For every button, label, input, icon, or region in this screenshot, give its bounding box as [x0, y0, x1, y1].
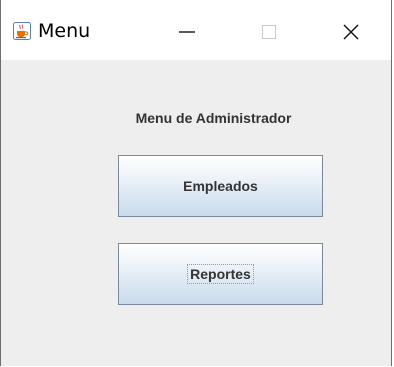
minimize-icon [179, 31, 195, 33]
menu-heading: Menu de Administrador [135, 110, 292, 126]
java-cup-icon [13, 22, 31, 40]
reportes-button-label: Reportes [187, 264, 254, 284]
minimize-button[interactable] [165, 14, 209, 50]
empleados-button[interactable]: Empleados [118, 155, 323, 217]
reportes-button[interactable]: Reportes [118, 243, 323, 305]
maximize-button[interactable] [247, 14, 291, 50]
empleados-button-label: Empleados [183, 178, 258, 194]
close-icon [343, 24, 359, 40]
app-window: Menu Menu de Administrador Empleados Rep… [0, 0, 392, 366]
maximize-icon [262, 25, 276, 39]
close-button[interactable] [329, 14, 373, 50]
content-panel: Menu de Administrador Empleados Reportes [1, 60, 391, 366]
title-bar[interactable]: Menu [1, 0, 391, 60]
window-title: Menu [38, 20, 91, 42]
